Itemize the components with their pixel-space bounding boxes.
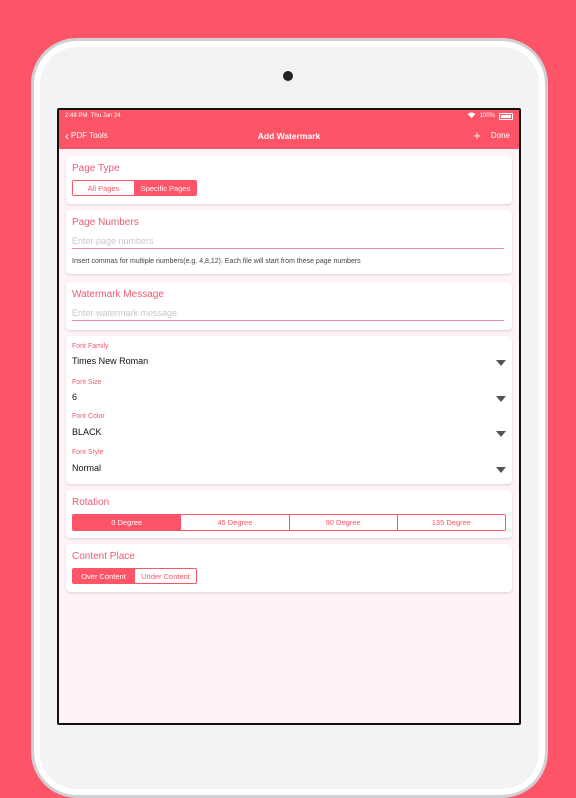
font-color-label: Font Color xyxy=(72,413,105,420)
font-settings-card: Font Family Times New Roman Font Size 6 … xyxy=(66,336,512,484)
status-bar: 2:48 PM Thu Jan 24 100% xyxy=(59,110,519,122)
dropdown-caret-icon[interactable] xyxy=(496,360,506,366)
navigation-bar: ‹ PDF Tools Add Watermark + Done xyxy=(59,122,519,149)
wifi-icon xyxy=(467,112,476,120)
screen: 2:48 PM Thu Jan 24 100% ‹ PDF Tools Add … xyxy=(57,108,521,725)
dropdown-caret-icon[interactable] xyxy=(496,467,506,473)
font-family-label: Font Family xyxy=(72,343,109,350)
content-place-under-content[interactable]: Under Content xyxy=(135,569,196,583)
font-family-dropdown[interactable] xyxy=(72,352,496,372)
battery-icon xyxy=(499,112,513,120)
app-window: 2:48 PM Thu Jan 24 100% ‹ PDF Tools Add … xyxy=(59,110,519,723)
page-numbers-hint: Insert commas for multiple numbers(e.g. … xyxy=(72,258,361,265)
rotation-90-degree[interactable]: 90 Degree xyxy=(289,515,398,530)
font-color-dropdown[interactable] xyxy=(72,423,496,443)
page-numbers-input[interactable] xyxy=(72,234,504,249)
page-title: Add Watermark xyxy=(257,130,321,141)
font-style-dropdown[interactable] xyxy=(72,459,496,479)
content-place-card: Content Place Over Content Under Content xyxy=(66,544,512,592)
dropdown-caret-icon[interactable] xyxy=(496,396,506,402)
font-style-label: Font Style xyxy=(72,449,104,456)
page-numbers-card: Page Numbers Insert commas for multiple … xyxy=(66,210,512,274)
content-place-over-content[interactable]: Over Content xyxy=(73,569,135,583)
font-size-dropdown[interactable] xyxy=(72,388,496,408)
rotation-0-degree[interactable]: 0 Degree xyxy=(73,515,182,530)
content-place-segmented-control: Over Content Under Content xyxy=(72,568,197,584)
front-camera xyxy=(283,71,293,81)
page-type-all-pages[interactable]: All Pages xyxy=(73,181,135,195)
done-button[interactable]: Done xyxy=(491,131,510,140)
watermark-message-input[interactable] xyxy=(72,306,504,321)
back-label: PDF Tools xyxy=(71,131,108,140)
content-place-title: Content Place xyxy=(72,551,135,562)
battery-percent: 100% xyxy=(479,113,495,119)
rotation-title: Rotation xyxy=(72,497,110,508)
page-numbers-title: Page Numbers xyxy=(72,217,139,228)
watermark-message-card: Watermark Message xyxy=(66,282,512,330)
watermark-message-title: Watermark Message xyxy=(72,289,164,300)
font-size-label: Font Size xyxy=(72,379,102,386)
page-type-specific-pages[interactable]: Specific Pages xyxy=(135,181,196,195)
plus-icon[interactable]: + xyxy=(473,129,481,142)
status-time-date: 2:48 PM Thu Jan 24 xyxy=(65,113,121,119)
rotation-segmented-control: 0 Degree 45 Degree 90 Degree 135 Degree xyxy=(72,514,506,531)
nav-actions: + Done xyxy=(473,129,510,142)
chevron-left-icon: ‹ xyxy=(65,128,69,143)
page-type-segmented-control: All Pages Specific Pages xyxy=(72,180,197,196)
status-indicators: 100% xyxy=(467,112,513,120)
rotation-135-degree[interactable]: 135 Degree xyxy=(397,515,505,530)
page-type-card: Page Type All Pages Specific Pages xyxy=(66,156,512,204)
page-type-title: Page Type xyxy=(72,163,120,174)
dropdown-caret-icon[interactable] xyxy=(496,431,506,437)
back-button[interactable]: ‹ PDF Tools xyxy=(65,130,108,142)
rotation-45-degree[interactable]: 45 Degree xyxy=(181,515,290,530)
rotation-card: Rotation 0 Degree 45 Degree 90 Degree 13… xyxy=(66,490,512,538)
